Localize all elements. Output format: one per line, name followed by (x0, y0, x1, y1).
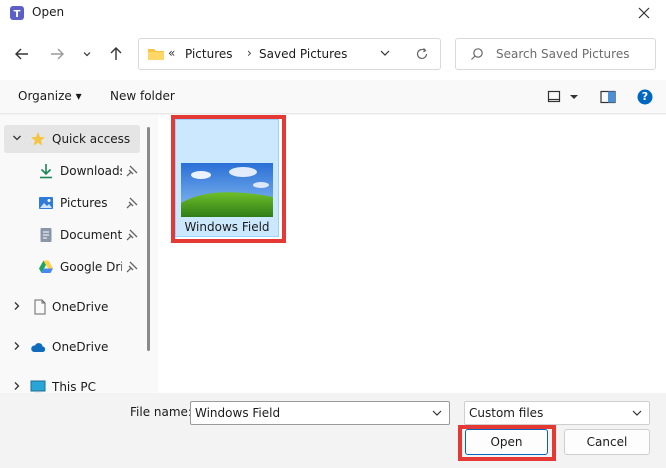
up-arrow-icon (110, 47, 122, 60)
sidebar-item-this-pc[interactable]: This PC (4, 373, 140, 393)
cancel-button[interactable]: Cancel (564, 429, 650, 455)
sidebar-item-label: OneDrive (52, 340, 109, 354)
back-button[interactable] (10, 42, 34, 66)
breadcrumb-pictures[interactable]: Pictures (185, 47, 233, 61)
forward-button[interactable] (45, 42, 69, 66)
forward-arrow-icon (51, 48, 64, 60)
google-drive-icon (39, 260, 53, 273)
view-button[interactable] (547, 90, 581, 107)
sidebar-item-documents[interactable]: Documents (4, 221, 140, 249)
back-arrow-icon (15, 48, 28, 60)
sidebar-item-onedrive[interactable]: OneDrive (4, 293, 140, 321)
sidebar-item-label: Documents (60, 228, 122, 242)
sidebar-item-label: Pictures (60, 196, 108, 210)
breadcrumb-separator[interactable]: › (247, 46, 252, 60)
svg-text:T: T (14, 9, 21, 20)
sidebar-item-quick-access[interactable]: Quick access (4, 125, 140, 153)
chevron-down-icon[interactable] (12, 133, 22, 143)
sidebar-item-downloads[interactable]: Downloads (4, 157, 140, 185)
up-button[interactable] (104, 42, 128, 66)
file-type-select[interactable]: Custom files (464, 401, 650, 425)
file-list: Windows Field (158, 115, 666, 393)
search-box[interactable]: Search Saved Pictures (455, 38, 656, 70)
chevron-down-icon[interactable] (379, 47, 391, 59)
recent-locations-button[interactable] (77, 42, 97, 66)
file-name-value: Windows Field (195, 406, 281, 420)
chevron-right-icon[interactable] (12, 301, 22, 311)
sidebar-item-onedrive-cloud[interactable]: OneDrive (4, 333, 140, 361)
download-icon (40, 164, 52, 179)
preview-pane-icon (600, 90, 616, 104)
view-icon (547, 90, 578, 103)
close-icon (638, 7, 650, 19)
highlight-box-file (171, 115, 286, 243)
address-overflow[interactable]: « (168, 46, 175, 60)
file-type-value: Custom files (469, 406, 544, 420)
navigation-bar: « Pictures › Saved Pictures Search Saved… (0, 28, 666, 80)
refresh-icon[interactable] (415, 47, 429, 61)
navigation-pane: Quick access Downloads Pictures Document… (0, 115, 158, 393)
sidebar-item-google-drive[interactable]: Google Drive (4, 253, 140, 281)
pictures-icon (39, 197, 53, 209)
highlight-box-open (458, 425, 556, 461)
star-icon (31, 132, 45, 146)
chevron-right-icon[interactable] (12, 381, 22, 391)
dialog-footer: File name: Windows Field Custom files Op… (0, 393, 666, 468)
help-button[interactable]: ? (637, 89, 653, 108)
sidebar-item-label: Google Drive (60, 260, 122, 274)
app-icon: T (10, 6, 24, 20)
close-button[interactable] (632, 2, 656, 24)
chevron-down-icon[interactable] (431, 407, 443, 419)
pin-icon[interactable] (126, 261, 138, 273)
recent-dropdown-icon (83, 52, 91, 57)
file-name-input[interactable]: Windows Field (190, 401, 450, 425)
pin-icon[interactable] (126, 165, 138, 177)
folder-icon (148, 49, 164, 60)
help-label: ? (641, 90, 649, 103)
chevron-right-icon[interactable] (12, 341, 22, 351)
onedrive-icon (34, 299, 46, 315)
title-bar: T Open (0, 0, 666, 28)
onedrive-cloud-icon (31, 343, 46, 352)
window-title: Open (32, 5, 65, 19)
sidebar-scrollbar[interactable] (147, 127, 150, 351)
this-pc-icon (30, 380, 46, 393)
organize-button[interactable]: Organize ▾ (18, 89, 82, 103)
chevron-down-icon (632, 410, 642, 416)
sidebar-item-label: Downloads (60, 164, 122, 178)
breadcrumb-saved-pictures[interactable]: Saved Pictures (259, 47, 347, 61)
pin-icon[interactable] (126, 229, 138, 241)
documents-icon (40, 228, 52, 242)
search-icon (471, 48, 483, 60)
command-bar: Organize ▾ New folder ? (0, 80, 666, 114)
address-bar[interactable]: « Pictures › Saved Pictures (138, 38, 441, 70)
new-folder-button[interactable]: New folder (110, 89, 175, 103)
sidebar-item-pictures[interactable]: Pictures (4, 189, 140, 217)
file-name-label: File name: (130, 405, 192, 419)
pin-icon[interactable] (126, 197, 138, 209)
preview-pane-button[interactable] (600, 90, 616, 107)
search-input[interactable]: Search Saved Pictures (496, 47, 629, 61)
sidebar-item-label: This PC (52, 380, 96, 393)
sidebar-item-label: OneDrive (52, 300, 109, 314)
sidebar-item-label: Quick access (52, 132, 131, 146)
